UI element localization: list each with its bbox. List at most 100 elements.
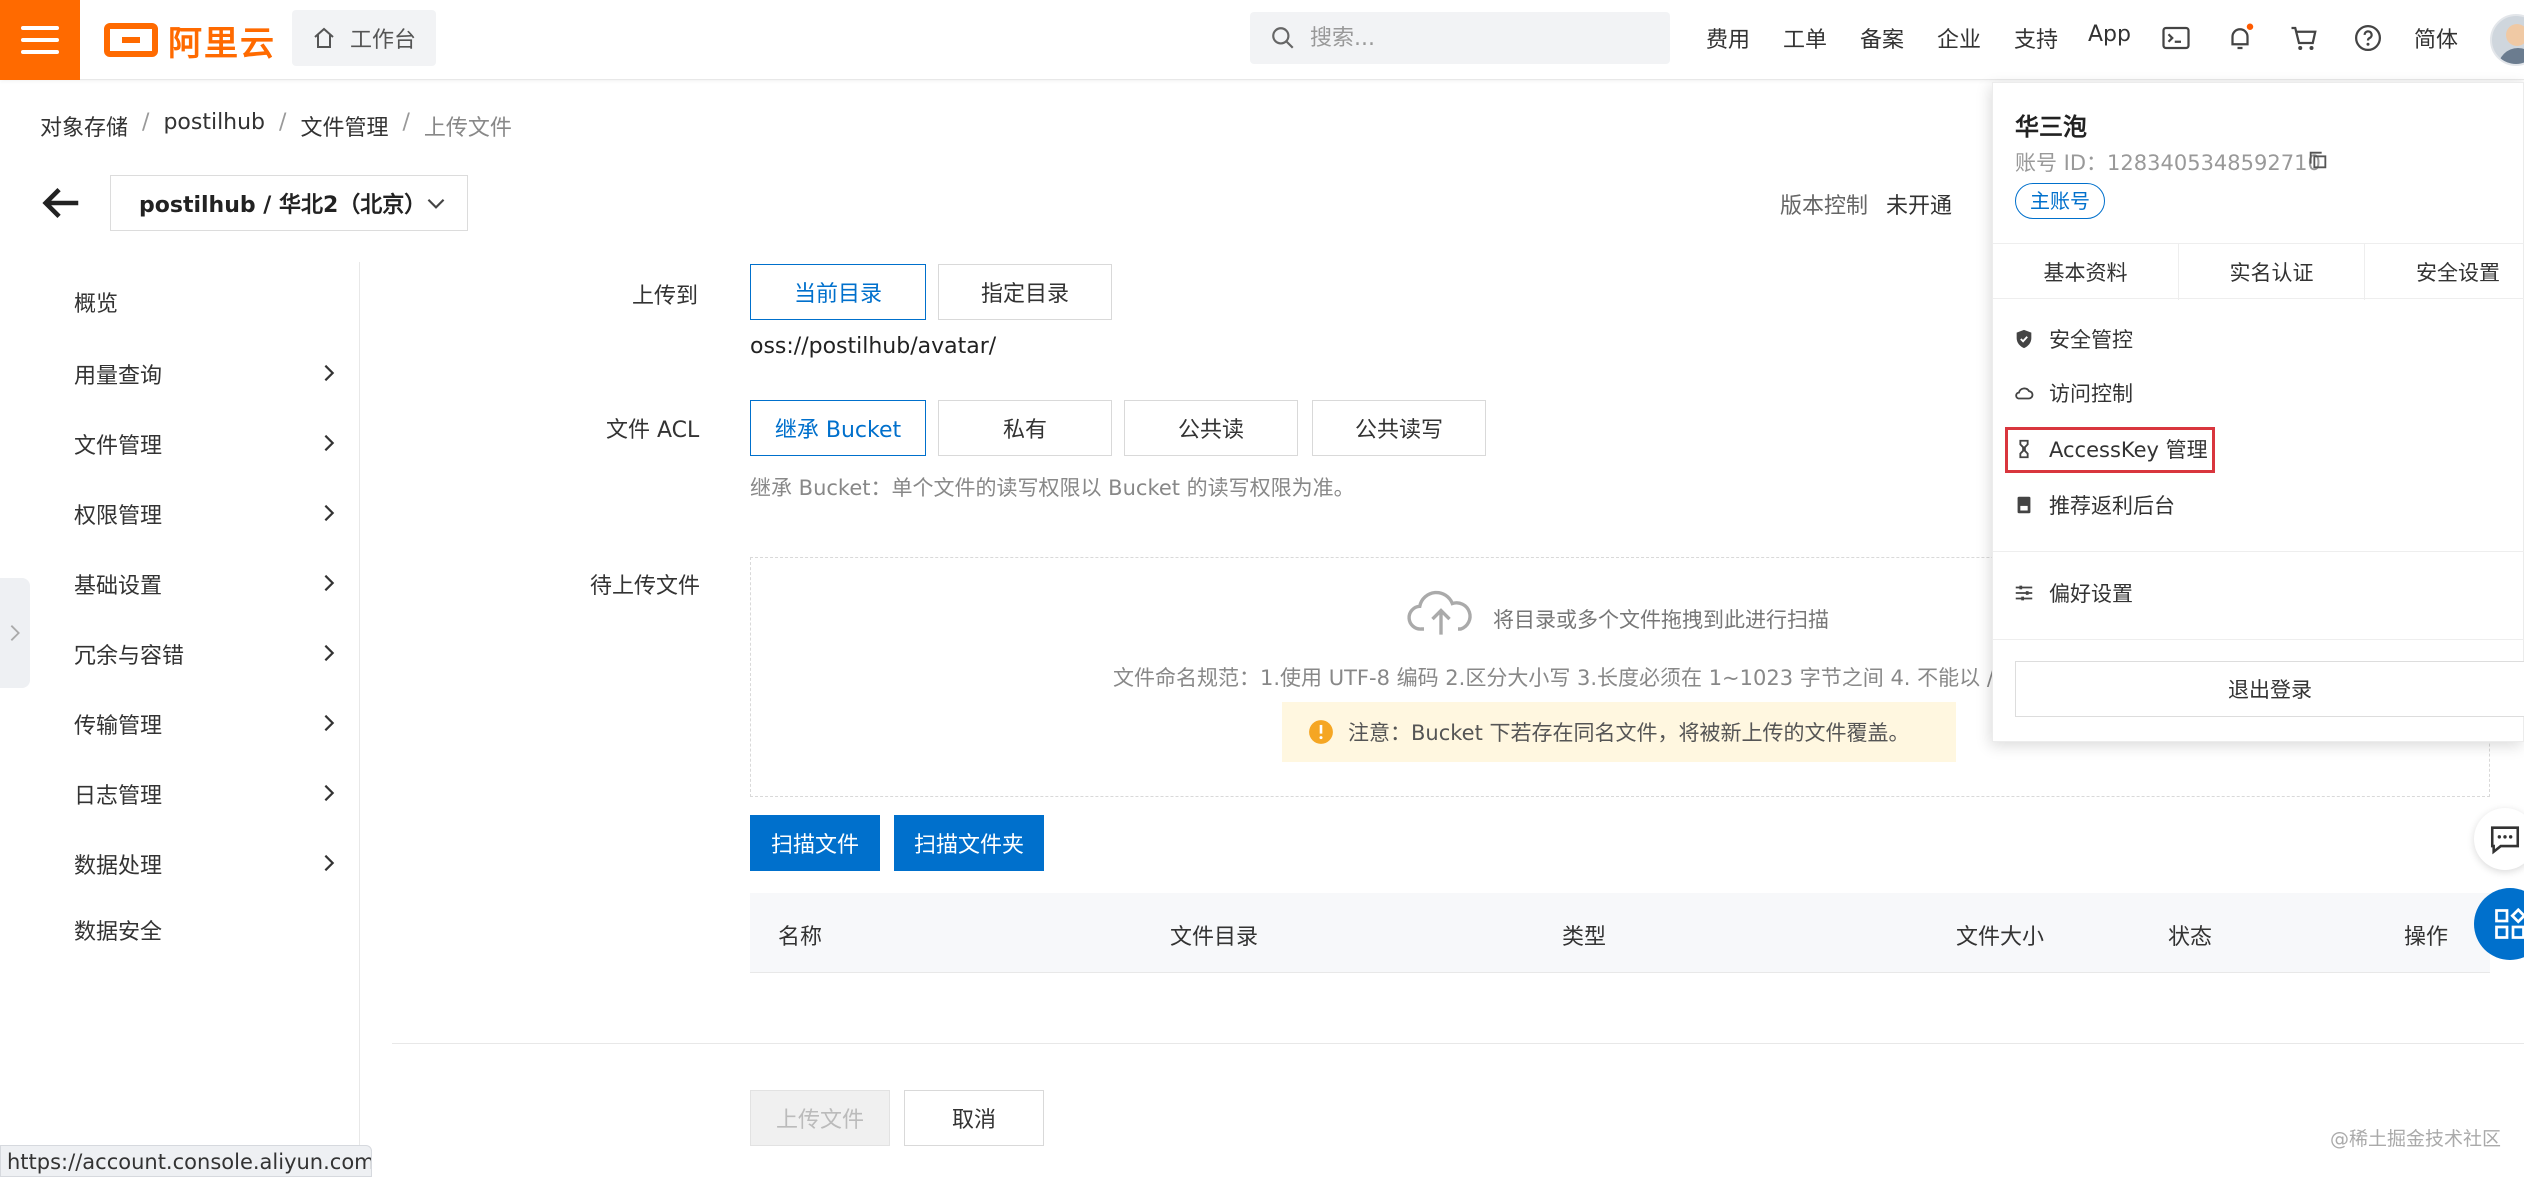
cloud-icon [2015, 387, 2034, 400]
back-arrow-icon[interactable] [38, 180, 84, 226]
sidebar-item-permissions[interactable]: 权限管理 [74, 498, 162, 530]
hamburger-menu-button[interactable] [0, 0, 80, 80]
menu-access-control[interactable]: 访问控制 [2013, 373, 2133, 413]
menu-icon-bar [21, 26, 59, 30]
watermark: @稀土掘金技术社区 [2330, 1128, 2502, 1150]
account-dropdown: 华三泡 账号 ID：1283405348592710 主账号 基本资料 实名认证… [1992, 82, 2524, 742]
sidebar-toggle[interactable] [0, 578, 30, 688]
bell-icon[interactable] [2224, 22, 2256, 54]
chevron-right-icon[interactable] [318, 782, 340, 804]
workbench-button[interactable]: 工作台 [292, 10, 436, 66]
menu-icon-bar [21, 38, 59, 42]
column-status: 状态 [2168, 925, 2213, 950]
menu-preferences[interactable]: 偏好设置 [2013, 573, 2133, 613]
sidebar-item-transfer[interactable]: 传输管理 [74, 708, 162, 740]
upload-file-button[interactable]: 上传文件 [750, 1090, 890, 1146]
chat-button[interactable] [2474, 808, 2524, 870]
breadcrumb-item[interactable]: postilhub [163, 110, 265, 142]
acl-option-public-read[interactable]: 公共读 [1124, 400, 1298, 456]
breadcrumb: 对象存储 / postilhub / 文件管理 / 上传文件 [40, 110, 512, 142]
bucket-selector[interactable]: postilhub / 华北2（北京） [110, 175, 468, 231]
breadcrumb-item[interactable]: 文件管理 [300, 110, 388, 142]
grid-icon [2495, 907, 2524, 939]
chevron-right-icon[interactable] [318, 432, 340, 454]
chevron-right-icon[interactable] [318, 572, 340, 594]
global-search[interactable] [1250, 12, 1670, 64]
search-input[interactable] [1310, 25, 1640, 51]
nav-enterprise[interactable]: 企业 [1937, 22, 1981, 54]
logo-mark-icon [104, 23, 158, 57]
chevron-down-icon [427, 198, 445, 209]
tab-real-name[interactable]: 实名认证 [2179, 244, 2365, 300]
column-type: 类型 [1562, 925, 1607, 950]
specified-directory-option[interactable]: 指定目录 [938, 264, 1112, 320]
column-size: 文件大小 [1956, 925, 2045, 950]
breadcrumb-item[interactable]: 对象存储 [40, 110, 128, 142]
bucket-selector-value: postilhub / 华北2（北京） [139, 193, 427, 218]
account-id: 账号 ID：1283405348592710 [2015, 151, 2321, 175]
chevron-right-icon[interactable] [318, 502, 340, 524]
chevron-right-icon[interactable] [318, 852, 340, 874]
sliders-icon [2015, 585, 2033, 601]
breadcrumb-separator: / [402, 110, 410, 135]
warning-text: 注意：Bucket 下若存在同名文件，将被新上传的文件覆盖。 [1348, 721, 1910, 745]
sidebar-item-data-security[interactable]: 数据安全 [74, 914, 162, 946]
chat-icon [2490, 826, 2520, 855]
book-icon [2017, 496, 2031, 514]
language-switch[interactable]: 简体 [2414, 22, 2458, 54]
help-icon[interactable] [2352, 22, 2384, 54]
tab-basic-info[interactable]: 基本资料 [1993, 244, 2179, 300]
chevron-right-icon[interactable] [318, 362, 340, 384]
terminal-icon[interactable] [2160, 22, 2192, 54]
nav-tickets[interactable]: 工单 [1783, 22, 1827, 54]
warning-icon [1309, 720, 1333, 744]
logo-text: 阿里云 [168, 23, 276, 64]
menu-label: 推荐返利后台 [2049, 494, 2175, 518]
menu-referral-backend[interactable]: 推荐返利后台 [2013, 485, 2175, 525]
chevron-right-icon[interactable] [318, 712, 340, 734]
tab-security-settings[interactable]: 安全设置 [2365, 244, 2524, 300]
aliyun-logo[interactable]: 阿里云 [104, 18, 276, 64]
nav-app[interactable]: App [2088, 22, 2131, 47]
cancel-button[interactable]: 取消 [904, 1090, 1044, 1146]
copy-icon[interactable] [2307, 149, 2329, 171]
shield-icon [2016, 329, 2032, 349]
menu-divider [1993, 639, 2524, 640]
acl-option-inherit[interactable]: 继承 Bucket [750, 400, 926, 456]
menu-label: 安全管控 [2049, 328, 2133, 352]
menu-divider [1993, 551, 2524, 552]
logout-button[interactable]: 退出登录 [2015, 661, 2524, 717]
menu-icon-bar [21, 50, 59, 54]
nav-support[interactable]: 支持 [2014, 22, 2058, 54]
account-tabs: 基本资料 实名认证 安全设置 [1993, 243, 2524, 300]
breadcrumb-current: 上传文件 [423, 116, 512, 141]
nav-fees[interactable]: 费用 [1706, 22, 1750, 54]
chevron-right-icon[interactable] [318, 642, 340, 664]
sidebar-item-data-processing[interactable]: 数据处理 [74, 848, 162, 880]
sidebar-item-overview[interactable]: 概览 [74, 286, 118, 318]
nav-icp[interactable]: 备案 [1860, 22, 1904, 54]
pending-files-label: 待上传文件 [590, 574, 701, 599]
top-bar: 阿里云 工作台 费用 工单 备案 企业 支持 App 简体 [0, 0, 2524, 80]
column-actions: 操作 [2404, 925, 2449, 950]
sidebar-item-basic-settings[interactable]: 基础设置 [74, 568, 162, 600]
avatar[interactable] [2490, 14, 2524, 66]
chevron-right-icon [10, 625, 20, 641]
column-directory: 文件目录 [1170, 925, 1259, 950]
sidebar-item-file-management[interactable]: 文件管理 [74, 428, 162, 460]
accesskey-highlight-box [2005, 427, 2215, 473]
cart-icon[interactable] [2288, 22, 2320, 54]
acl-option-public-read-write[interactable]: 公共读写 [1312, 400, 1486, 456]
scan-file-button[interactable]: 扫描文件 [750, 815, 880, 871]
sidebar-item-redundancy[interactable]: 冗余与容错 [74, 638, 184, 670]
status-bar-url: https://account.console.aliyun.com [0, 1145, 372, 1177]
file-table-header: 名称 文件目录 类型 文件大小 状态 操作 [750, 893, 2490, 973]
menu-security-control[interactable]: 安全管控 [2013, 319, 2133, 359]
acl-option-private[interactable]: 私有 [938, 400, 1112, 456]
scan-folder-button[interactable]: 扫描文件夹 [894, 815, 1044, 871]
upload-path: oss://postilhub/avatar/ [750, 334, 997, 359]
sidebar-item-logs[interactable]: 日志管理 [74, 778, 162, 810]
account-type-badge: 主账号 [2015, 183, 2105, 219]
sidebar-item-usage[interactable]: 用量查询 [74, 358, 162, 390]
current-directory-option[interactable]: 当前目录 [750, 264, 926, 320]
